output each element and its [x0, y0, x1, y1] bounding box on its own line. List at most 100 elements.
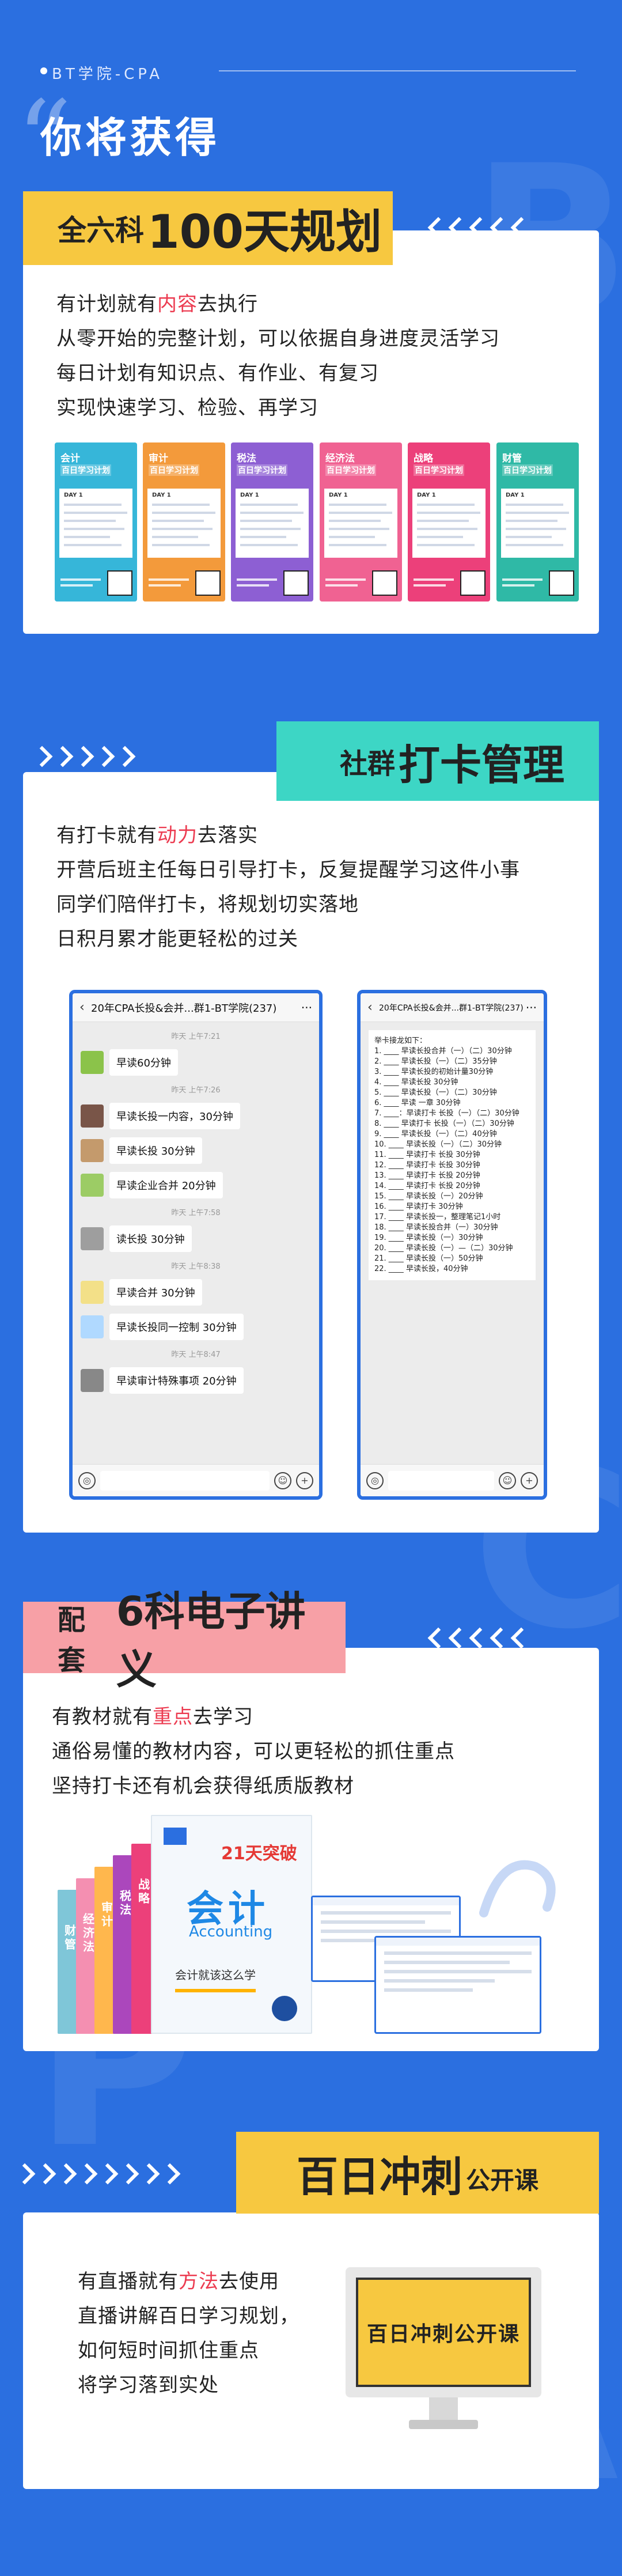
plan-poster: 会计 百日学习计划 DAY 1: [55, 442, 137, 602]
voice-icon[interactable]: ◎: [366, 1472, 384, 1489]
plan-highlight: 内容: [157, 293, 198, 316]
more-icon[interactable]: ···: [301, 1001, 312, 1015]
live-banner-title: 百日冲刺: [296, 2152, 462, 2201]
checkin-line-1: 有打卡就有动力去落实: [56, 824, 258, 847]
plan-poster: 经济法 百日学习计划 DAY 1: [320, 442, 402, 602]
poster-title: 百日学习计划: [149, 464, 199, 476]
poster-footer: [502, 578, 543, 592]
poster-title: 百日学习计划: [237, 464, 287, 476]
poster-subject: 财管: [502, 453, 522, 464]
monitor-stand: [429, 2397, 458, 2420]
checkin-banner-prefix: 社群: [339, 748, 395, 780]
checkin-list-item: 10. ____ 早读长投（一）（二）30分钟: [374, 1140, 502, 1149]
chevron-left-icon: [448, 217, 470, 239]
checkin-line-4: 日积月累才能更轻松的过关: [56, 928, 298, 951]
emoji-icon[interactable]: ☺: [499, 1472, 516, 1489]
chat-bubble: 早读长投 30分钟: [109, 1137, 202, 1164]
chevron-right-icon: [93, 746, 115, 767]
poster-sheet: DAY 1: [147, 489, 221, 558]
chevron-right-icon: [14, 2163, 36, 2185]
live-line-3: 如何短时间抓住重点: [78, 2339, 259, 2362]
cover-stripe: [175, 1989, 256, 1992]
plan-poster: 财管 百日学习计划 DAY 1: [496, 442, 579, 602]
textbook-spine-label: 战略: [136, 1878, 150, 1906]
checkin-list-items: 1. ____ 早读长投合并（一）（二）30分钟 2. ____ 早读长投（一）（…: [374, 1046, 530, 1274]
page-title: 你将获得: [40, 114, 221, 162]
plan-line-4: 实现快速学习、检验、再学习: [56, 396, 318, 419]
chat-timestamp: 昨天 上午8:38: [171, 1262, 221, 1271]
poster-title: 百日学习计划: [414, 464, 464, 476]
chevron-left-group: [427, 1627, 532, 1649]
chat-input[interactable]: [100, 1470, 270, 1491]
chat-screenshot-left: ‹ 20年CPA长投&会并...群1-BT学院(237) ··· 昨天 上午7:…: [69, 990, 323, 1500]
chevron-right-icon: [55, 2163, 77, 2185]
poster-footer: [414, 578, 454, 592]
checkin-list-item: 15. ____ 早读长投（一）20分钟: [374, 1192, 483, 1201]
chevron-left-icon: [490, 217, 511, 239]
avatar[interactable]: [81, 1051, 104, 1074]
live-highlight: 方法: [179, 2270, 219, 2293]
plan-poster: 战略 百日学习计划 DAY 1: [408, 442, 490, 602]
checkin-list-item: 11. ____ 早读打卡 长投 30分钟: [374, 1151, 480, 1159]
chevron-right-group: [14, 2163, 181, 2185]
qr-code-icon: [283, 570, 309, 596]
poster-footer: [60, 578, 101, 592]
chat-message: 读长投 30分钟: [81, 1225, 319, 1252]
chat-message: 早读合并 30分钟: [81, 1279, 319, 1306]
plus-icon[interactable]: +: [296, 1472, 313, 1489]
chevron-left-icon: [427, 1627, 449, 1649]
poster-day: DAY 1: [329, 492, 348, 498]
live-line-1: 有直播就有方法去使用: [78, 2270, 279, 2293]
chat-input-bar: ◎ ☺ +: [73, 1464, 319, 1496]
plan-description: 有计划就有内容去执行 从零开始的完整计划，可以依据自身进度灵活学习 每日计划有知…: [56, 287, 575, 425]
qr-code-icon: [107, 570, 132, 596]
poster-sheet: DAY 1: [324, 489, 397, 558]
checkin-list-item: 20. ____ 早读长投（一）—（二）30分钟: [374, 1244, 513, 1253]
back-arrow-icon[interactable]: ‹: [79, 1000, 91, 1015]
poster-subject: 税法: [237, 453, 256, 464]
lecture-line-2: 通俗易懂的教材内容，可以更轻松的抓住重点: [52, 1740, 455, 1763]
emoji-icon[interactable]: ☺: [274, 1472, 291, 1489]
poster-footer: [149, 578, 189, 592]
chevron-right-icon: [117, 2163, 139, 2185]
chat-title-bar: ‹ 20年CPA长投&会并...群1-BT学院(237) ···: [361, 993, 544, 1022]
checkin-list-item: 22. ____ 早读长投，40分钟: [374, 1265, 468, 1273]
poster-footer: [325, 578, 366, 592]
more-icon[interactable]: ···: [526, 1001, 537, 1015]
chat-input[interactable]: [388, 1470, 494, 1491]
checkin-list-item: 8. ____ 早读打卡 长投（一）（二）30分钟: [374, 1119, 514, 1128]
chat-title: 20年CPA长投&会并...群1-BT学院(237): [91, 1002, 277, 1015]
back-arrow-icon[interactable]: ‹: [367, 1000, 379, 1015]
avatar[interactable]: [81, 1315, 104, 1338]
chevron-left-icon: [490, 1627, 511, 1649]
chat-bubble: 早读长投同一控制 30分钟: [109, 1314, 244, 1340]
avatar[interactable]: [81, 1281, 104, 1304]
plus-icon[interactable]: +: [521, 1472, 538, 1489]
chat-timestamp: 昨天 上午8:47: [171, 1351, 221, 1359]
checkin-highlight: 动力: [157, 824, 198, 847]
poster-title: 百日学习计划: [60, 464, 111, 476]
lecture-line-1: 有教材就有重点去学习: [52, 1705, 253, 1728]
avatar[interactable]: [81, 1369, 104, 1392]
checkin-list-item: 16. ____ 早读打卡 30分钟: [374, 1202, 463, 1211]
checkin-list-item: 18. ____ 早读长投合并（一）30分钟: [374, 1223, 498, 1232]
avatar[interactable]: [81, 1227, 104, 1250]
header-dot: [40, 67, 47, 74]
checkin-list-item: 2. ____ 早读长投（一）（二）35分钟: [374, 1057, 497, 1066]
cover-subtitle: Accounting: [189, 1923, 273, 1940]
poster-day: DAY 1: [506, 492, 525, 498]
poster-day: DAY 1: [240, 492, 259, 498]
cover-slogan: 会计就该这么学: [175, 1968, 256, 1982]
avatar[interactable]: [81, 1174, 104, 1197]
live-description: 有直播就有方法去使用 直播讲解百日学习规划， 如何短时间抓住重点 将学习落到实处: [78, 2264, 343, 2403]
avatar[interactable]: [81, 1104, 104, 1128]
publisher-logo: [164, 1828, 187, 1845]
plan-line-1: 有计划就有内容去执行: [56, 293, 258, 316]
avatar[interactable]: [81, 1139, 104, 1162]
chevron-right-icon: [138, 2163, 160, 2185]
chevron-right-icon: [31, 746, 53, 767]
lecture-banner-prefix: 配套: [58, 1604, 86, 1677]
voice-icon[interactable]: ◎: [78, 1472, 96, 1489]
plan-banner-title: 100天规划: [147, 205, 382, 259]
chat-screenshot-right: ‹ 20年CPA长投&会并...群1-BT学院(237) ··· 举卡接龙如下：…: [357, 990, 547, 1500]
